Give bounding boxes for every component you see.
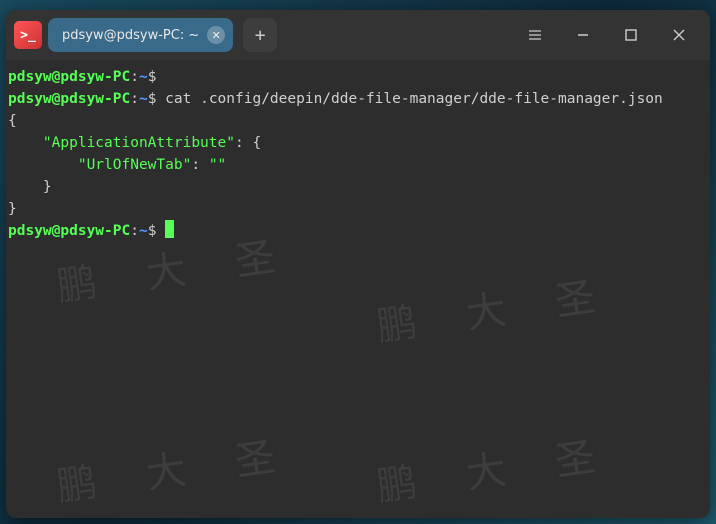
prompt-line-1: pdsyw@pdsyw-PC:~$ bbox=[8, 66, 708, 88]
close-button[interactable] bbox=[656, 10, 702, 60]
terminal-window: >_ pdsyw@pdsyw-PC: ~ ✕ + 鹏 大 圣 鹏 大 圣 鹏 大… bbox=[6, 10, 710, 518]
watermark: 鹏 大 圣 bbox=[376, 283, 617, 338]
maximize-icon bbox=[624, 28, 638, 42]
prompt-user: pdsyw bbox=[8, 69, 52, 85]
tab-close-icon[interactable]: ✕ bbox=[207, 26, 225, 44]
output-line: "UrlOfNewTab": "" bbox=[8, 154, 708, 176]
tab-title: pdsyw@pdsyw-PC: ~ bbox=[62, 28, 199, 43]
close-icon bbox=[672, 28, 686, 42]
titlebar: >_ pdsyw@pdsyw-PC: ~ ✕ + bbox=[6, 10, 710, 60]
hamburger-icon bbox=[528, 28, 542, 42]
new-tab-button[interactable]: + bbox=[243, 18, 277, 52]
output-line: "ApplicationAttribute": { bbox=[8, 132, 708, 154]
watermark: 鹏 大 圣 bbox=[376, 443, 617, 498]
minimize-button[interactable] bbox=[560, 10, 606, 60]
minimize-icon bbox=[576, 28, 590, 42]
output-line: } bbox=[8, 176, 708, 198]
watermark: 鹏 大 圣 bbox=[56, 243, 297, 298]
prompt-line-2: pdsyw@pdsyw-PC:~$ cat .config/deepin/dde… bbox=[8, 88, 708, 110]
prompt-host: pdsyw-PC bbox=[60, 69, 130, 85]
window-controls bbox=[512, 10, 702, 60]
terminal-body[interactable]: 鹏 大 圣 鹏 大 圣 鹏 大 圣 鹏 大 圣 pdsyw@pdsyw-PC:~… bbox=[6, 60, 710, 518]
watermark: 鹏 大 圣 bbox=[56, 443, 297, 498]
prompt-path: ~ bbox=[139, 69, 148, 85]
prompt-line-3: pdsyw@pdsyw-PC:~$ bbox=[8, 220, 708, 242]
tab-current[interactable]: pdsyw@pdsyw-PC: ~ ✕ bbox=[48, 18, 233, 52]
maximize-button[interactable] bbox=[608, 10, 654, 60]
output-line: } bbox=[8, 198, 708, 220]
output-line: { bbox=[8, 110, 708, 132]
menu-button[interactable] bbox=[512, 10, 558, 60]
command-cat: cat .config/deepin/dde-file-manager/dde-… bbox=[156, 91, 662, 107]
cursor bbox=[165, 220, 174, 238]
terminal-app-icon: >_ bbox=[14, 21, 42, 49]
